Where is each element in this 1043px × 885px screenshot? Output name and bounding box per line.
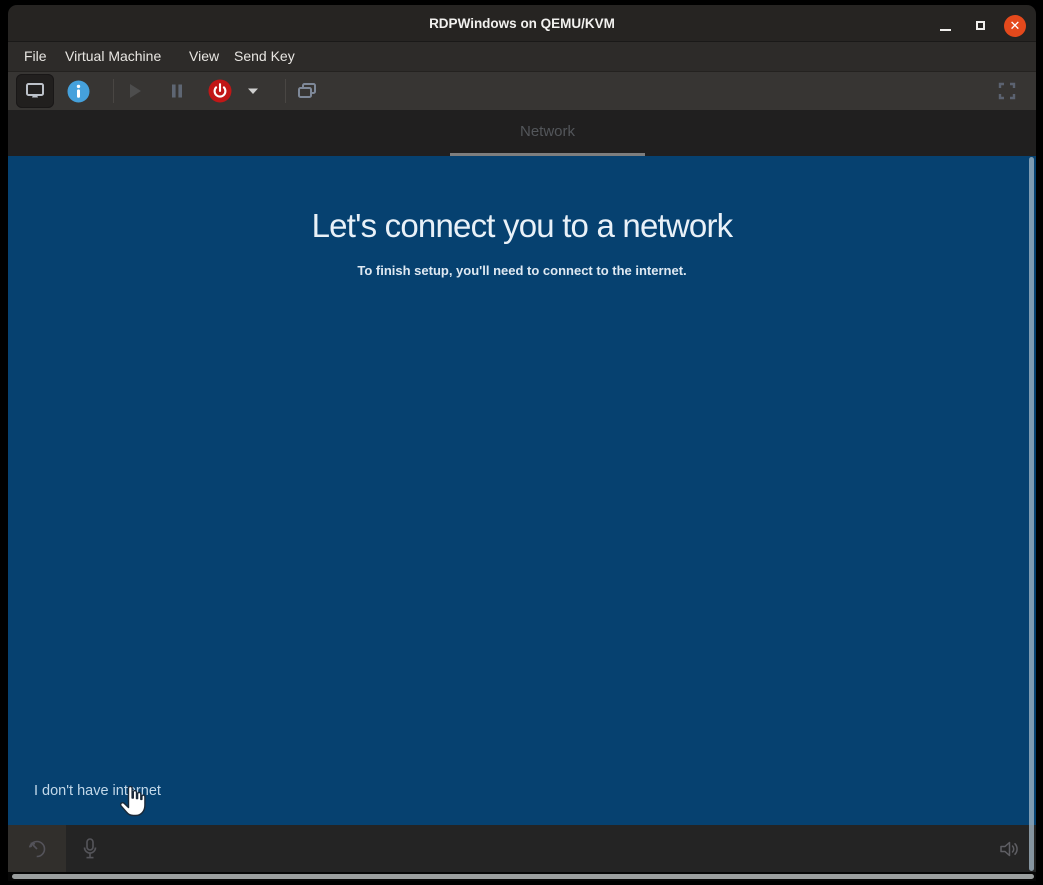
console-bottom-gutter: [8, 872, 1036, 881]
pause-button: [158, 74, 196, 108]
chevron-down-icon: [247, 87, 259, 95]
virt-manager-window: RDPWindows on QEMU/KVM ✕ File Virtual Ma…: [8, 5, 1036, 881]
tab-network-label: Network: [450, 123, 645, 140]
menu-view[interactable]: View: [189, 42, 219, 72]
window-title: RDPWindows on QEMU/KVM: [8, 5, 1036, 42]
monitor-console-icon: [24, 81, 46, 101]
toolbar-separator: [285, 79, 286, 103]
console-view-button[interactable]: [16, 74, 54, 108]
microphone-button[interactable]: [68, 825, 112, 872]
shutdown-menu-button[interactable]: [238, 74, 268, 108]
oobe-footer: [8, 825, 1036, 872]
menubar: File Virtual Machine View Send Key: [8, 42, 1036, 72]
horizontal-scrollbar[interactable]: [12, 874, 1034, 879]
ease-of-access-button[interactable]: [8, 825, 66, 872]
minimize-button[interactable]: [935, 15, 957, 37]
close-button[interactable]: ✕: [1004, 15, 1026, 37]
oobe-header: Network: [8, 110, 1036, 156]
vertical-scrollbar[interactable]: [1029, 157, 1034, 871]
ease-of-access-icon: [27, 839, 47, 859]
volume-button[interactable]: [987, 825, 1031, 872]
run-button: [116, 74, 154, 108]
fullscreen-icon: [998, 82, 1016, 100]
menu-send-key[interactable]: Send Key: [234, 42, 295, 72]
oobe-subtitle: To finish setup, you'll need to connect …: [8, 263, 1036, 278]
maximize-button[interactable]: [970, 15, 992, 37]
menu-virtual-machine[interactable]: Virtual Machine: [65, 42, 161, 72]
power-off-icon: [208, 79, 232, 103]
displays-button: [288, 74, 326, 108]
toolbar-separator: [113, 79, 114, 103]
pause-icon: [169, 83, 185, 99]
oobe-heading: Let's connect you to a network: [8, 207, 1036, 245]
maximize-icon: [976, 21, 985, 30]
minimize-icon: [940, 29, 951, 31]
tab-network[interactable]: Network: [450, 110, 645, 156]
fullscreen-button: [988, 74, 1026, 108]
titlebar[interactable]: RDPWindows on QEMU/KVM ✕: [8, 5, 1036, 42]
toolbar: [8, 72, 1036, 110]
hand-cursor: [119, 786, 146, 817]
vm-details-button[interactable]: [59, 74, 97, 108]
displays-icon: [297, 82, 317, 100]
info-icon: [67, 80, 90, 103]
oobe-network-screen: Let's connect you to a network To finish…: [8, 156, 1036, 825]
microphone-icon: [82, 838, 98, 860]
close-icon: ✕: [1004, 15, 1026, 37]
play-icon: [126, 82, 144, 100]
menu-file[interactable]: File: [24, 42, 47, 72]
volume-icon: [998, 840, 1020, 858]
shutdown-button[interactable]: [201, 74, 239, 108]
